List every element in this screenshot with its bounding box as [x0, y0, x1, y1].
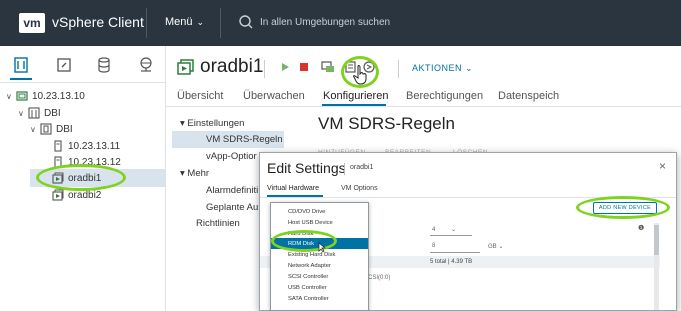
divider: [0, 82, 165, 83]
highlight-annotation: [271, 230, 337, 252]
divider: [166, 106, 681, 107]
menu-item-host-usb-device[interactable]: Host USB Device: [271, 217, 368, 228]
menu-item-cd-dvd-drive[interactable]: CD/DVD Drive: [271, 206, 368, 217]
header-divider: [264, 60, 265, 78]
dialog-title: Edit Settings: [267, 160, 346, 176]
chevron-down-icon: ⌄: [465, 63, 474, 73]
config-group-more[interactable]: ▾ Mehr: [180, 168, 209, 179]
vms-templates-icon[interactable]: [55, 56, 73, 74]
config-group-settings[interactable]: ▾ Einstellungen: [180, 118, 244, 129]
memory-unit-select[interactable]: GB ⌄: [488, 243, 503, 250]
header-divider: [398, 60, 399, 78]
header-divider: [146, 8, 147, 38]
tab-vm-options[interactable]: VM Options: [341, 185, 378, 192]
config-group-label: Einstellungen: [187, 118, 245, 129]
menu-item-network-adapter[interactable]: Network Adapter: [271, 260, 368, 271]
tab-summary[interactable]: Übersicht: [177, 90, 223, 102]
cpu-select[interactable]: 4 ⌄: [432, 226, 456, 233]
tab-configure[interactable]: Konfigurieren: [323, 90, 388, 102]
tree-item-label: DBI: [56, 123, 73, 135]
config-item-policies[interactable]: Richtlinien: [196, 218, 240, 229]
caret-down-icon[interactable]: ∨: [6, 92, 16, 101]
field-underline: [430, 252, 480, 253]
cpu-value: 4: [432, 227, 436, 233]
tab-virtual-hardware[interactable]: Virtual Hardware: [267, 185, 319, 192]
storage-icon[interactable]: [95, 56, 113, 74]
datacenter-icon: [28, 107, 40, 119]
config-item-vapp-options[interactable]: vApp-Optior: [206, 151, 257, 162]
search-icon[interactable]: [238, 14, 254, 30]
header-divider: [220, 8, 221, 38]
vmware-logo: vm: [19, 13, 45, 33]
memory-unit: GB: [488, 244, 497, 250]
app-title: vSphere Client: [52, 14, 144, 30]
caret-down-icon[interactable]: ∨: [18, 109, 28, 118]
config-group-label: Mehr: [187, 168, 210, 179]
tree-item-host[interactable]: 10.23.13.11: [52, 140, 120, 152]
info-icon[interactable]: ❶: [638, 224, 644, 232]
top-header-bar: vm vSphere Client Menü ⌄ In allen Umgebun…: [0, 0, 681, 46]
active-view-indicator: [10, 78, 32, 80]
highlight-annotation: [36, 164, 126, 191]
global-search-input[interactable]: In allen Umgebungen suchen: [260, 17, 390, 28]
highlight-annotation: [341, 56, 379, 88]
config-item-alarm-definitions[interactable]: Alarmdefiniti: [206, 185, 258, 196]
tree-item-cluster[interactable]: ∨ DBI: [30, 123, 73, 135]
menu-item-usb-controller[interactable]: USB Controller: [271, 282, 368, 293]
tab-monitor[interactable]: Überwachen: [243, 90, 305, 102]
host-icon: [54, 140, 62, 152]
add-device-menu: CD/DVD Drive Host USB Device Hard Disk R…: [270, 202, 369, 311]
vcenter-icon: [16, 91, 28, 101]
power-off-icon[interactable]: [297, 60, 311, 74]
section-title: VM SDRS-Regeln: [318, 114, 455, 133]
vm-powered-on-icon: [52, 189, 64, 201]
menu-item-scsi-controller[interactable]: SCSI Controller: [271, 271, 368, 282]
networking-icon[interactable]: [137, 56, 155, 74]
caret-down-icon[interactable]: ∨: [30, 125, 40, 134]
page-title: oradbi1: [200, 56, 264, 77]
tree-item-label: 10.23.13.11: [68, 140, 121, 152]
field-underline: [430, 235, 472, 236]
config-item-vm-sdrs-rules[interactable]: VM SDRS-Regeln: [206, 134, 283, 145]
scsi-location: CSI(0:0): [368, 275, 391, 281]
chevron-down-icon: ⌄: [451, 227, 457, 233]
launch-console-icon[interactable]: [321, 60, 335, 74]
tree-item-label: oradbi2: [68, 189, 102, 201]
scroll-thumb[interactable]: [654, 225, 659, 255]
menu-label: Menü: [165, 16, 193, 28]
cluster-icon: [40, 123, 52, 135]
menu-dropdown[interactable]: Menü ⌄: [165, 16, 204, 28]
hosts-clusters-icon[interactable]: [12, 56, 30, 74]
chevron-down-icon: ⌄: [196, 17, 205, 27]
tab-permissions[interactable]: Berechtigungen: [406, 90, 483, 102]
config-item-scheduled-tasks[interactable]: Geplante Au: [206, 202, 258, 213]
dialog-subtitle: oradbi1: [350, 164, 374, 171]
power-on-icon[interactable]: [278, 60, 292, 74]
actions-menu-button[interactable]: AKTIONEN ⌄: [412, 63, 473, 74]
tree-item-label: DBI: [44, 107, 61, 119]
chevron-down-icon: ⌄: [498, 244, 504, 250]
close-icon[interactable]: ×: [659, 159, 666, 173]
navigator-view-switcher: [0, 50, 170, 80]
actions-label: AKTIONEN: [412, 63, 463, 73]
vm-icon: [177, 59, 194, 75]
tree-item-label: 10.23.13.10: [32, 90, 85, 102]
divider: [344, 163, 345, 175]
tree-item-vcenter[interactable]: ∨ 10.23.13.10: [6, 90, 85, 102]
mouse-pointer-icon: [318, 242, 326, 253]
tab-datastores[interactable]: Datenspeich: [498, 90, 559, 102]
menu-item-sata-controller[interactable]: SATA Controller: [271, 293, 368, 304]
highlight-annotation: [576, 196, 670, 219]
memory-input[interactable]: 8: [432, 243, 435, 249]
disk-summary: 5 total | 4.39 TB: [430, 259, 473, 265]
tree-item-datacenter[interactable]: ∨ DBI: [18, 107, 61, 119]
